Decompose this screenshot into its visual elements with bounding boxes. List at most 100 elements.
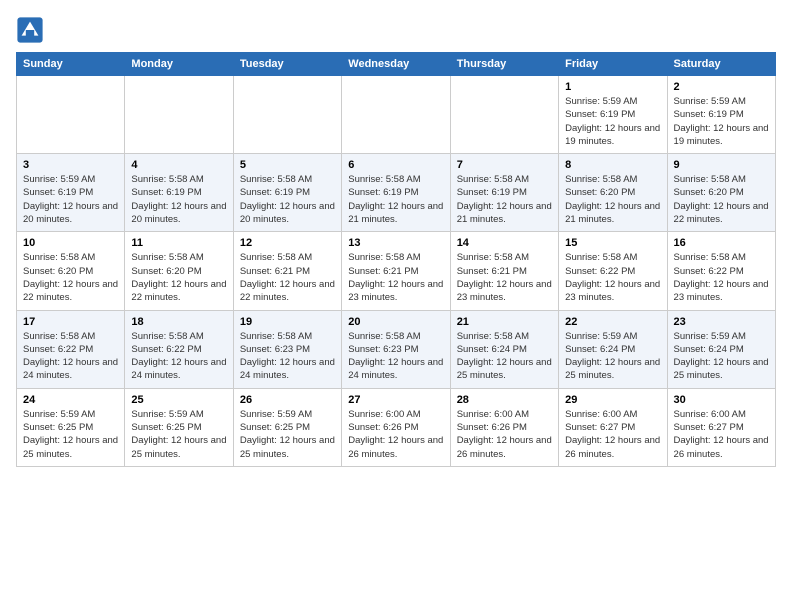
day-number: 4 xyxy=(131,159,226,171)
calendar-week-4: 17Sunrise: 5:58 AM Sunset: 6:22 PM Dayli… xyxy=(17,310,776,388)
calendar-cell: 10 Sunrise: 5:58 AM Sunset: 6:20 PM Dayli… xyxy=(17,232,125,310)
day-info: Sunrise: 5:59 AM Sunset: 6:19 PM Dayligh… xyxy=(23,173,118,226)
calendar-table: SundayMondayTuesdayWednesdayThursdayFrid… xyxy=(16,52,776,467)
calendar-cell: 24 Sunrise: 5:59 AM Sunset: 6:25 PM Dayli… xyxy=(17,388,125,466)
calendar-cell: 18 Sunrise: 5:58 AM Sunset: 6:22 PM Dayli… xyxy=(125,310,233,388)
day-number: 14 xyxy=(457,237,552,249)
day-number: 6 xyxy=(348,159,443,171)
calendar-cell xyxy=(450,76,558,154)
calendar-cell: 9 Sunrise: 5:58 AM Sunset: 6:20 PM Daylig… xyxy=(667,154,775,232)
day-info: Sunrise: 5:58 AM Sunset: 6:19 PM Dayligh… xyxy=(131,173,226,226)
day-number: 11 xyxy=(131,237,226,249)
calendar-cell: 21Sunrise: 5:58 AM Sunset: 6:24 PM Dayli… xyxy=(450,310,558,388)
calendar-cell: 23 Sunrise: 5:59 AM Sunset: 6:24 PM Dayli… xyxy=(667,310,775,388)
day-number: 27 xyxy=(348,394,443,406)
calendar-week-2: 3 Sunrise: 5:59 AM Sunset: 6:19 PM Daylig… xyxy=(17,154,776,232)
day-number: 23 xyxy=(674,316,769,328)
day-number: 18 xyxy=(131,316,226,328)
calendar-week-1: 1 Sunrise: 5:59 AM Sunset: 6:19 PM Daylig… xyxy=(17,76,776,154)
calendar-cell: 1 Sunrise: 5:59 AM Sunset: 6:19 PM Daylig… xyxy=(559,76,667,154)
day-info: Sunrise: 5:58 AM Sunset: 6:21 PM Dayligh… xyxy=(457,251,552,304)
day-number: 26 xyxy=(240,394,335,406)
header-cell-friday: Friday xyxy=(559,53,667,76)
header-cell-sunday: Sunday xyxy=(17,53,125,76)
day-number: 1 xyxy=(565,81,660,93)
calendar-cell: 4 Sunrise: 5:58 AM Sunset: 6:19 PM Daylig… xyxy=(125,154,233,232)
header-cell-thursday: Thursday xyxy=(450,53,558,76)
day-info: Sunrise: 5:59 AM Sunset: 6:19 PM Dayligh… xyxy=(674,95,769,148)
day-number: 12 xyxy=(240,237,335,249)
day-info: Sunrise: 5:58 AM Sunset: 6:22 PM Dayligh… xyxy=(131,330,226,383)
day-info: Sunrise: 6:00 AM Sunset: 6:26 PM Dayligh… xyxy=(348,408,443,461)
day-number: 3 xyxy=(23,159,118,171)
calendar-cell xyxy=(17,76,125,154)
day-number: 8 xyxy=(565,159,660,171)
day-number: 30 xyxy=(674,394,769,406)
day-number: 20 xyxy=(348,316,443,328)
calendar-cell: 22Sunrise: 5:59 AM Sunset: 6:24 PM Dayli… xyxy=(559,310,667,388)
header-cell-monday: Monday xyxy=(125,53,233,76)
calendar-cell: 15 Sunrise: 5:58 AM Sunset: 6:22 PM Dayli… xyxy=(559,232,667,310)
day-number: 25 xyxy=(131,394,226,406)
calendar-cell: 19 Sunrise: 5:58 AM Sunset: 6:23 PM Dayli… xyxy=(233,310,341,388)
day-info: Sunrise: 5:59 AM Sunset: 6:25 PM Dayligh… xyxy=(23,408,118,461)
header-cell-tuesday: Tuesday xyxy=(233,53,341,76)
calendar-cell: 25 Sunrise: 5:59 AM Sunset: 6:25 PM Dayli… xyxy=(125,388,233,466)
day-info: Sunrise: 5:58 AM Sunset: 6:19 PM Dayligh… xyxy=(457,173,552,226)
calendar-cell: 2 Sunrise: 5:59 AM Sunset: 6:19 PM Daylig… xyxy=(667,76,775,154)
logo xyxy=(16,16,48,44)
day-info: Sunrise: 5:58 AM Sunset: 6:22 PM Dayligh… xyxy=(674,251,769,304)
day-info: Sunrise: 5:58 AM Sunset: 6:19 PM Dayligh… xyxy=(348,173,443,226)
day-number: 28 xyxy=(457,394,552,406)
day-info: Sunrise: 5:59 AM Sunset: 6:24 PM Dayligh… xyxy=(674,330,769,383)
calendar-cell: 14 Sunrise: 5:58 AM Sunset: 6:21 PM Dayli… xyxy=(450,232,558,310)
calendar-week-3: 10 Sunrise: 5:58 AM Sunset: 6:20 PM Dayli… xyxy=(17,232,776,310)
calendar-cell: 13Sunrise: 5:58 AM Sunset: 6:21 PM Dayli… xyxy=(342,232,450,310)
calendar-header-row: SundayMondayTuesdayWednesdayThursdayFrid… xyxy=(17,53,776,76)
calendar-cell: 26 Sunrise: 5:59 AM Sunset: 6:25 PM Dayli… xyxy=(233,388,341,466)
day-info: Sunrise: 6:00 AM Sunset: 6:27 PM Dayligh… xyxy=(674,408,769,461)
calendar-cell xyxy=(233,76,341,154)
day-info: Sunrise: 5:58 AM Sunset: 6:21 PM Dayligh… xyxy=(240,251,335,304)
day-info: Sunrise: 5:58 AM Sunset: 6:20 PM Dayligh… xyxy=(23,251,118,304)
day-number: 15 xyxy=(565,237,660,249)
day-number: 7 xyxy=(457,159,552,171)
calendar-body: 1 Sunrise: 5:59 AM Sunset: 6:19 PM Daylig… xyxy=(17,76,776,467)
calendar-cell: 6 Sunrise: 5:58 AM Sunset: 6:19 PM Daylig… xyxy=(342,154,450,232)
calendar-cell: 27 Sunrise: 6:00 AM Sunset: 6:26 PM Dayli… xyxy=(342,388,450,466)
day-info: Sunrise: 5:58 AM Sunset: 6:22 PM Dayligh… xyxy=(565,251,660,304)
page-header xyxy=(16,16,776,44)
day-number: 19 xyxy=(240,316,335,328)
day-info: Sunrise: 5:58 AM Sunset: 6:23 PM Dayligh… xyxy=(240,330,335,383)
day-info: Sunrise: 5:59 AM Sunset: 6:19 PM Dayligh… xyxy=(565,95,660,148)
calendar-cell: 20 Sunrise: 5:58 AM Sunset: 6:23 PM Dayli… xyxy=(342,310,450,388)
day-number: 10 xyxy=(23,237,118,249)
calendar-cell: 8 Sunrise: 5:58 AM Sunset: 6:20 PM Daylig… xyxy=(559,154,667,232)
calendar-cell: 3 Sunrise: 5:59 AM Sunset: 6:19 PM Daylig… xyxy=(17,154,125,232)
calendar-cell: 28Sunrise: 6:00 AM Sunset: 6:26 PM Dayli… xyxy=(450,388,558,466)
day-info: Sunrise: 6:00 AM Sunset: 6:27 PM Dayligh… xyxy=(565,408,660,461)
day-number: 9 xyxy=(674,159,769,171)
header-cell-saturday: Saturday xyxy=(667,53,775,76)
calendar-cell: 16 Sunrise: 5:58 AM Sunset: 6:22 PM Dayli… xyxy=(667,232,775,310)
day-number: 2 xyxy=(674,81,769,93)
day-info: Sunrise: 5:58 AM Sunset: 6:20 PM Dayligh… xyxy=(674,173,769,226)
calendar-cell: 29 Sunrise: 6:00 AM Sunset: 6:27 PM Dayli… xyxy=(559,388,667,466)
day-info: Sunrise: 5:58 AM Sunset: 6:24 PM Dayligh… xyxy=(457,330,552,383)
day-info: Sunrise: 5:58 AM Sunset: 6:20 PM Dayligh… xyxy=(565,173,660,226)
day-number: 24 xyxy=(23,394,118,406)
day-info: Sunrise: 5:58 AM Sunset: 6:22 PM Dayligh… xyxy=(23,330,118,383)
day-info: Sunrise: 5:58 AM Sunset: 6:23 PM Dayligh… xyxy=(348,330,443,383)
day-number: 29 xyxy=(565,394,660,406)
logo-icon xyxy=(16,16,44,44)
calendar-cell: 17Sunrise: 5:58 AM Sunset: 6:22 PM Dayli… xyxy=(17,310,125,388)
calendar-cell: 12 Sunrise: 5:58 AM Sunset: 6:21 PM Dayli… xyxy=(233,232,341,310)
day-number: 5 xyxy=(240,159,335,171)
day-info: Sunrise: 5:59 AM Sunset: 6:25 PM Dayligh… xyxy=(131,408,226,461)
day-info: Sunrise: 5:59 AM Sunset: 6:25 PM Dayligh… xyxy=(240,408,335,461)
calendar-cell: 5Sunrise: 5:58 AM Sunset: 6:19 PM Daylig… xyxy=(233,154,341,232)
day-info: Sunrise: 5:58 AM Sunset: 6:21 PM Dayligh… xyxy=(348,251,443,304)
day-number: 16 xyxy=(674,237,769,249)
day-info: Sunrise: 5:59 AM Sunset: 6:24 PM Dayligh… xyxy=(565,330,660,383)
day-info: Sunrise: 5:58 AM Sunset: 6:20 PM Dayligh… xyxy=(131,251,226,304)
